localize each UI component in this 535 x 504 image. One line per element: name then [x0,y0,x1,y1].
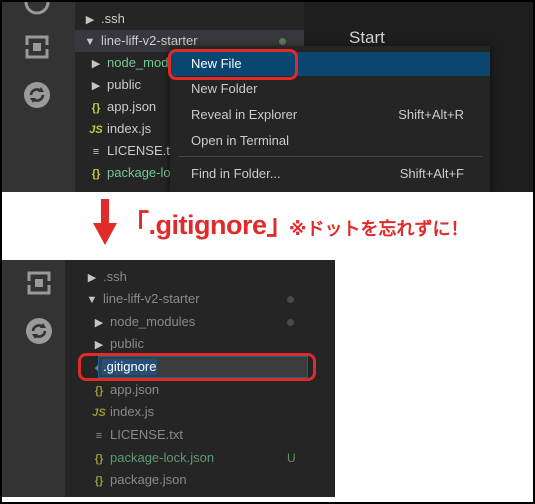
tree-item-line-liff-v2-starter[interactable]: ▼ line-liff-v2-starter [85,288,200,310]
chevron-right-icon: ▶ [94,317,104,329]
js-icon: JS [92,407,106,419]
menu-item-new-folder[interactable]: New Folder [170,77,490,101]
tree-item-package-lock[interactable]: {} package-lock.json [92,447,214,469]
modified-dot [287,296,294,303]
tree-item-label: app.json [107,99,157,114]
tree-item-app-json[interactable]: {} app.json [92,379,159,401]
menu-item-label: New Folder [191,81,258,96]
vscode-window-bottom: ▶ .ssh ▼ line-liff-v2-starter ▶ node_module… [2,260,335,497]
caption-note: ※ドットを忘れずに！ [289,219,469,239]
menu-item-shortcut: Shift+Alt+R [398,107,464,122]
down-arrow-icon [93,199,117,245]
activity-bar [2,2,75,192]
tree-item-app-json[interactable]: {} app.json [89,96,156,118]
tree-item-label: line-liff-v2-starter [103,291,200,306]
tree-item-index-js[interactable]: JS index.js [92,401,154,423]
json-icon: {} [94,453,104,465]
welcome-start-heading: Start [349,28,385,47]
vscode-window-top: ▶ .ssh ▼ line-liff-v2-starter ▶ node_module… [2,2,533,192]
tree-item-label: public [110,336,144,351]
menu-item-find-in-folder[interactable]: Find in Folder... Shift+Alt+F [170,162,490,186]
modified-dot [287,319,294,326]
source-control-icon[interactable] [22,2,52,17]
chevron-right-icon: ▶ [91,80,101,92]
tree-item-public[interactable]: ▶ public [89,74,141,96]
chevron-right-icon: ▶ [91,58,101,70]
tree-item-label: index.js [110,404,155,419]
tree-item-ssh[interactable]: ▶ .ssh [85,266,127,288]
tree-item-label: package.json [110,472,187,487]
json-icon: {} [94,385,104,397]
tree-item-node-modules[interactable]: ▶ node_modules [92,311,196,333]
menu-item-label: Find in Folder... [191,166,281,181]
license-icon: ≡ [92,146,100,158]
tree-item-label: index.js [107,121,152,136]
tree-item-license[interactable]: ≡ LICENSE.txt [89,140,180,162]
menu-item-shortcut: Shift+Alt+F [399,166,464,181]
chevron-right-icon: ▶ [85,14,95,26]
tree-item-label: public [107,77,141,92]
menu-item-reveal-in-explorer[interactable]: Reveal in Explorer Shift+Alt+R [170,103,490,127]
caption-filename: 「.gitignore」 [122,210,294,240]
json-icon: {} [94,475,104,487]
menu-item-label: Reveal in Explorer [191,107,298,122]
chevron-down-icon: ▼ [84,36,96,48]
tree-item-package-json[interactable]: {} package.json [92,469,187,491]
tree-item-license[interactable]: ≡ LICENSE.txt [92,424,183,446]
activity-bar [2,260,65,497]
highlight-rename-input [78,353,316,381]
menu-item-open-in-terminal[interactable]: Open in Terminal [170,129,490,153]
json-icon: {} [91,168,101,180]
highlight-new-file [168,49,298,80]
json-icon: {} [91,102,101,114]
remote-explorer-icon[interactable] [24,268,54,298]
tree-item-label: node_modules [110,314,196,329]
chevron-down-icon: ▼ [86,294,98,306]
tree-item-label: LICENSE.txt [110,427,183,442]
menu-separator [178,156,482,157]
sync-icon[interactable] [24,316,54,346]
modified-dot [279,38,286,45]
untracked-badge: U [287,451,296,465]
tree-item-public[interactable]: ▶ public [92,333,144,355]
tree-item-ssh[interactable]: ▶ .ssh [83,8,125,30]
remote-explorer-icon[interactable] [22,32,52,62]
menu-item-label: Open in Terminal [191,133,290,148]
tree-item-label: package-lock.json [110,450,215,465]
tree-item-index-js[interactable]: JS index.js [89,118,151,140]
tree-item-label: .ssh [101,11,125,26]
sync-icon[interactable] [22,80,52,110]
license-icon: ≡ [95,430,103,442]
tree-item-label: .ssh [103,269,127,284]
chevron-right-icon: ▶ [87,272,97,284]
js-icon: JS [89,124,103,136]
tree-item-label: app.json [110,382,160,397]
